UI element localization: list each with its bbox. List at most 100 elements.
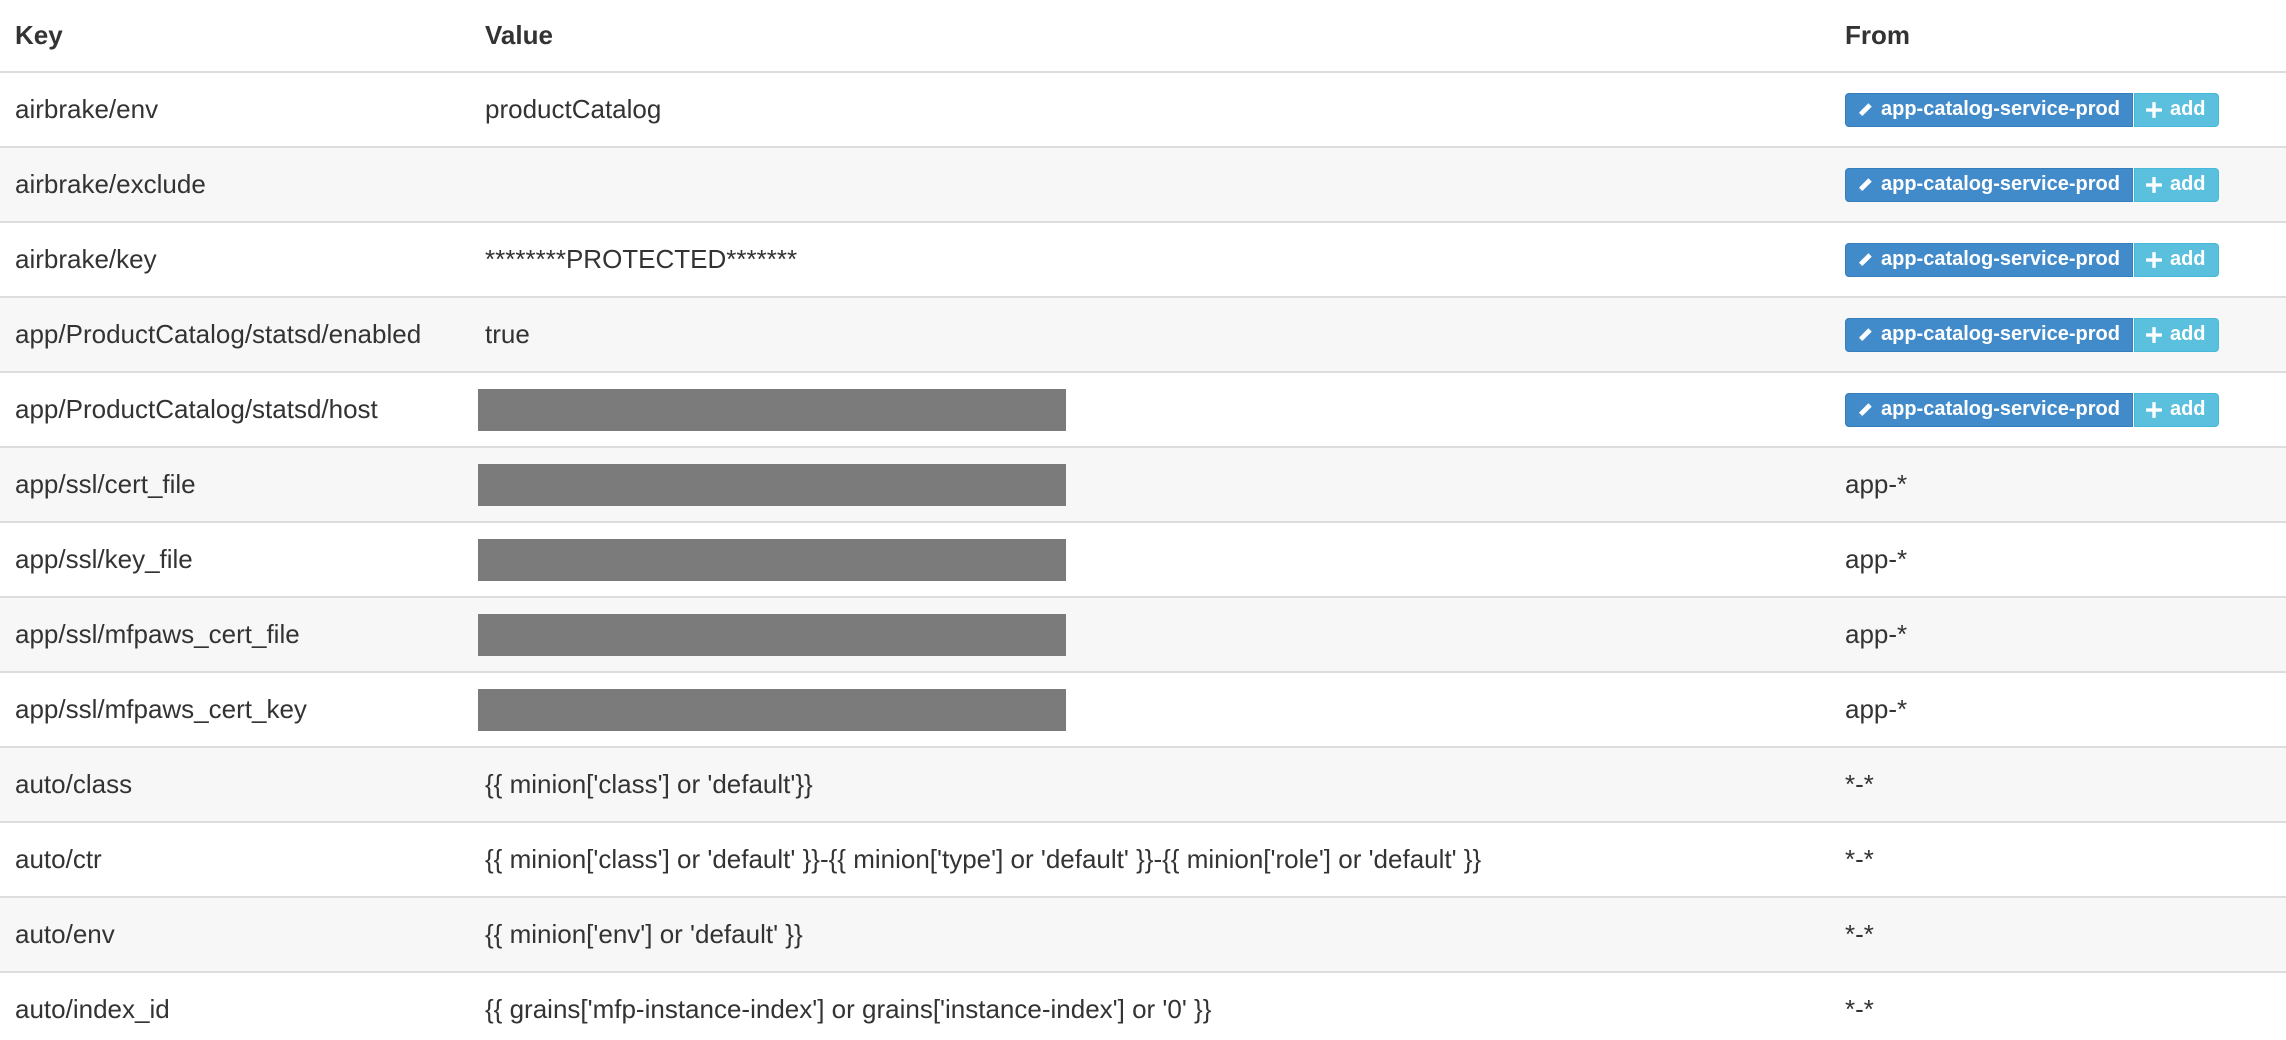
from-button-group: app-catalog-service-prod add [1845,317,2219,352]
value-cell: ********PROTECTED******* [470,221,1830,297]
pillar-table: Key Value From airbrake/env productCatalo… [0,0,2286,1040]
header-value: Value [470,0,1830,73]
from-cell: *-* [1830,746,2286,822]
add-button[interactable]: add [2133,242,2219,277]
add-button-label: add [2169,98,2206,121]
edit-source-button[interactable]: app-catalog-service-prod [1845,392,2133,427]
value-cell [470,596,1830,672]
add-button-label: add [2169,398,2206,421]
key-cell: auto/index_id [0,971,470,1040]
value-cell [470,146,1830,222]
table-row: app/ssl/key_file app-* [0,521,2286,597]
value-cell: {{ minion['class'] or 'default'}} [470,746,1830,822]
add-button[interactable]: add [2133,317,2219,352]
table-row: auto/env{{ minion['env'] or 'default' }}… [0,896,2286,972]
add-button[interactable]: add [2133,392,2219,427]
table-row: airbrake/exclude app-catalog-service-prod… [0,146,2286,222]
key-cell: airbrake/env [0,71,470,147]
redacted-value-block [478,688,1066,731]
plus-icon [2145,326,2163,344]
table-row: app/ProductCatalog/statsd/enabled true app… [0,296,2286,372]
from-cell: app-catalog-service-prod add [1830,221,2286,297]
from-button-group: app-catalog-service-prod add [1845,167,2219,202]
from-pattern: *-* [1845,844,1874,874]
redacted-value-block [478,388,1066,431]
from-pattern: app-* [1845,469,1908,499]
plus-icon [2145,401,2163,419]
key-cell: auto/class [0,746,470,822]
value-cell [470,521,1830,597]
from-cell: app-catalog-service-prod add [1830,71,2286,147]
key-cell: app/ssl/cert_file [0,446,470,522]
from-cell: app-catalog-service-prod add [1830,296,2286,372]
table-row: app/ssl/mfpaws_cert_file app-* [0,596,2286,672]
key-cell: airbrake/key [0,221,470,297]
edit-source-button[interactable]: app-catalog-service-prod [1845,167,2133,202]
edit-source-label: app-catalog-service-prod [1881,98,2120,121]
redacted-value-block [478,463,1066,506]
edit-source-button[interactable]: app-catalog-service-prod [1845,242,2133,277]
from-cell: *-* [1830,971,2286,1040]
edit-source-label: app-catalog-service-prod [1881,248,2120,271]
from-button-group: app-catalog-service-prod add [1845,242,2219,277]
from-pattern: app-* [1845,694,1908,724]
table-row: airbrake/env productCatalog app-catalog-se… [0,71,2286,147]
from-button-group: app-catalog-service-prod add [1845,92,2219,127]
from-cell: *-* [1830,821,2286,897]
pencil-icon [1856,401,1874,419]
edit-source-label: app-catalog-service-prod [1881,398,2120,421]
plus-icon [2145,176,2163,194]
table-row: app/ssl/cert_file app-* [0,446,2286,522]
add-button-label: add [2169,173,2206,196]
edit-source-label: app-catalog-service-prod [1881,173,2120,196]
table-row: auto/class{{ minion['class'] or 'default… [0,746,2286,822]
add-button-label: add [2169,323,2206,346]
key-cell: airbrake/exclude [0,146,470,222]
from-button-group: app-catalog-service-prod add [1845,392,2219,427]
table-row: app/ProductCatalog/statsd/host app-catalo… [0,371,2286,447]
header-key: Key [0,0,470,73]
from-cell: app-* [1830,596,2286,672]
header-from: From [1830,0,2286,73]
redacted-value-block [478,613,1066,656]
value-cell: {{ minion['env'] or 'default' }} [470,896,1830,972]
pencil-icon [1856,176,1874,194]
edit-source-button[interactable]: app-catalog-service-prod [1845,92,2133,127]
from-cell: app-* [1830,521,2286,597]
key-cell: auto/env [0,896,470,972]
pencil-icon [1856,251,1874,269]
add-button[interactable]: add [2133,167,2219,202]
header-row: Key Value From [0,0,2286,73]
from-pattern: *-* [1845,919,1874,949]
from-pattern: app-* [1845,619,1908,649]
key-cell: app/ssl/mfpaws_cert_key [0,671,470,747]
pencil-icon [1856,101,1874,119]
add-button[interactable]: add [2133,92,2219,127]
plus-icon [2145,251,2163,269]
from-pattern: *-* [1845,994,1874,1024]
from-pattern: *-* [1845,769,1874,799]
value-cell [470,371,1830,447]
redacted-value-block [478,538,1066,581]
key-cell: auto/ctr [0,821,470,897]
key-cell: app/ssl/mfpaws_cert_file [0,596,470,672]
edit-source-button[interactable]: app-catalog-service-prod [1845,317,2133,352]
table-row: app/ssl/mfpaws_cert_key app-* [0,671,2286,747]
from-cell: app-catalog-service-prod add [1830,371,2286,447]
from-cell: app-* [1830,671,2286,747]
table-header: Key Value From [0,0,2286,73]
value-cell: productCatalog [470,71,1830,147]
value-cell [470,446,1830,522]
table-row: auto/ctr{{ minion['class'] or 'default' … [0,821,2286,897]
from-cell: app-catalog-service-prod add [1830,146,2286,222]
key-cell: app/ProductCatalog/statsd/host [0,371,470,447]
pencil-icon [1856,326,1874,344]
from-pattern: app-* [1845,544,1908,574]
from-cell: app-* [1830,446,2286,522]
table-row: auto/index_id{{ grains['mfp-instance-ind… [0,971,2286,1040]
value-cell: {{ minion['class'] or 'default' }}-{{ mi… [470,821,1830,897]
from-cell: *-* [1830,896,2286,972]
value-cell: {{ grains['mfp-instance-index'] or grain… [470,971,1830,1040]
table-body: airbrake/env productCatalog app-catalog-se… [0,71,2286,1040]
add-button-label: add [2169,248,2206,271]
